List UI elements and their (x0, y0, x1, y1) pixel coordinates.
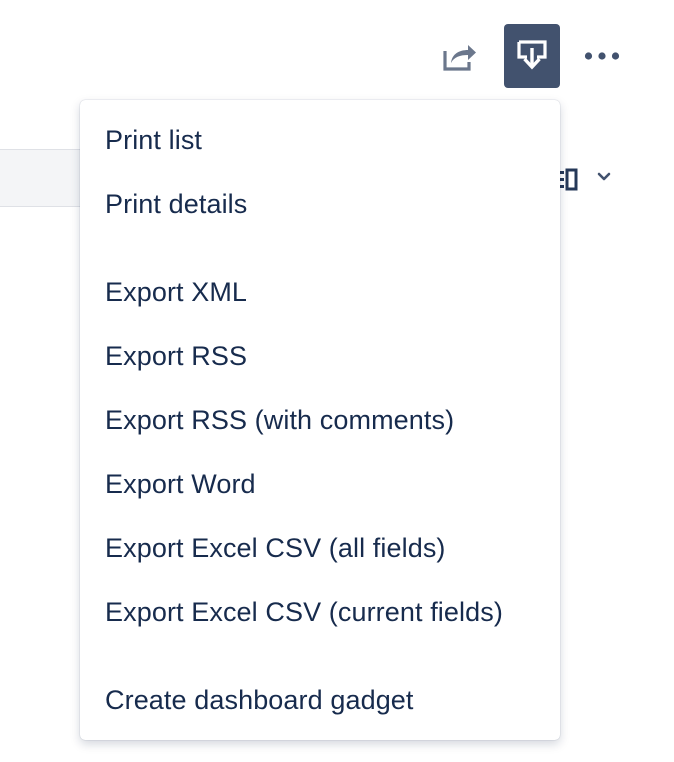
menu-item-create-dashboard-gadget[interactable]: Create dashboard gadget (80, 668, 560, 732)
chevron-down-icon (597, 172, 611, 181)
menu-item-print-details[interactable]: Print details (80, 172, 560, 236)
issue-toolbar (430, 24, 630, 88)
share-icon (443, 45, 476, 71)
export-button[interactable] (504, 24, 560, 88)
issue-navigator-view: Print list Print details Export XML Expo… (0, 0, 674, 762)
list-view-icon (556, 168, 578, 191)
gadget-group: Create dashboard gadget (80, 668, 560, 732)
more-icon (584, 52, 620, 60)
menu-item-export-rss-with-comments[interactable]: Export RSS (with comments) (80, 388, 560, 452)
menu-item-print-list[interactable]: Print list (80, 108, 560, 172)
menu-item-export-xml[interactable]: Export XML (80, 260, 560, 324)
menu-item-export-csv-all-fields[interactable]: Export Excel CSV (all fields) (80, 516, 560, 580)
export-icon (517, 40, 547, 70)
export-dropdown-menu: Print list Print details Export XML Expo… (80, 100, 560, 740)
share-button[interactable] (430, 24, 490, 88)
menu-divider (80, 236, 560, 260)
export-group: Export XML Export RSS Export RSS (with c… (80, 260, 560, 644)
menu-item-export-word[interactable]: Export Word (80, 452, 560, 516)
more-actions-button[interactable] (574, 24, 630, 88)
layout-switcher[interactable] (556, 163, 612, 195)
menu-divider (80, 644, 560, 668)
menu-item-export-csv-current-fields[interactable]: Export Excel CSV (current fields) (80, 580, 560, 644)
menu-item-export-rss[interactable]: Export RSS (80, 324, 560, 388)
print-group: Print list Print details (80, 108, 560, 236)
